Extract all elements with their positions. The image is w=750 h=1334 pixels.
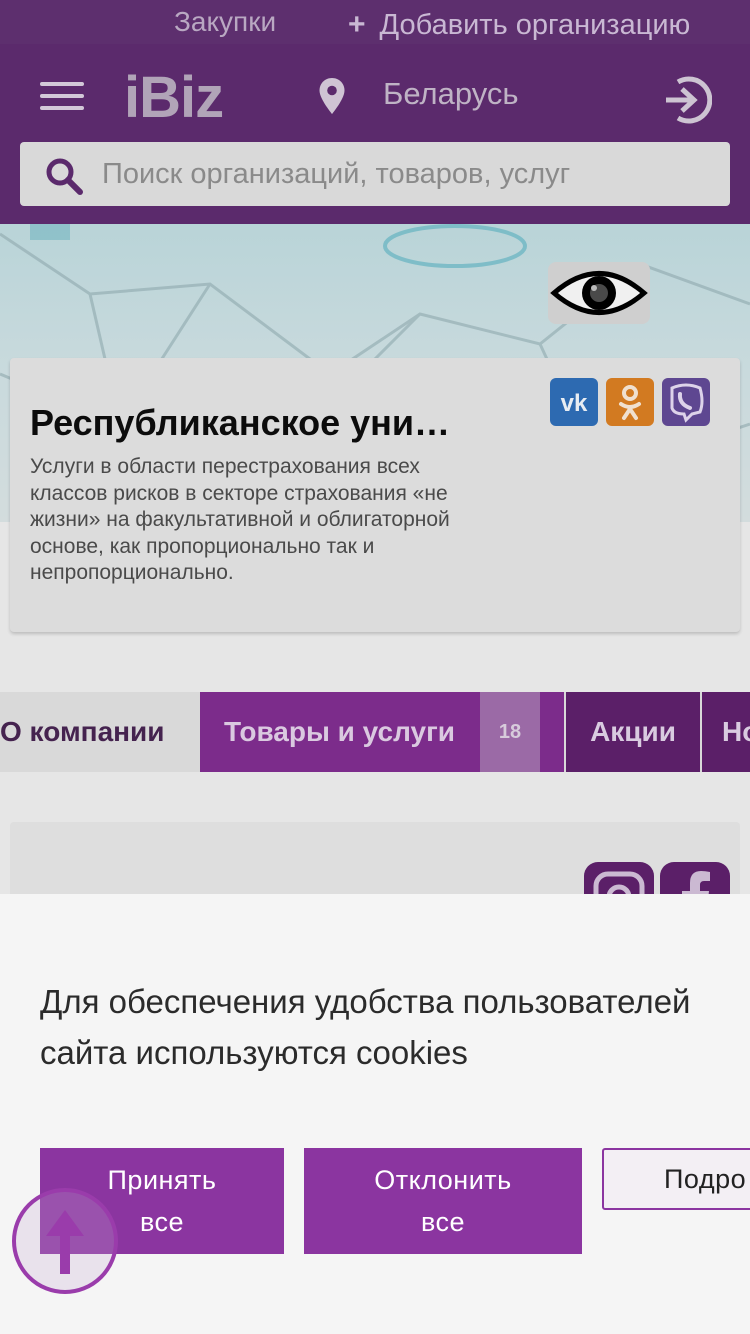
goods-count-badge: 18	[480, 692, 540, 772]
tab-news[interactable]: Но	[702, 692, 750, 772]
ok-icon[interactable]	[606, 378, 654, 426]
logo[interactable]: iBiz	[124, 64, 224, 131]
tab-goods-label: Товары и услуги	[224, 716, 455, 747]
search-icon[interactable]	[44, 156, 84, 196]
region-selector[interactable]: Беларусь	[383, 76, 519, 112]
search-input[interactable]	[100, 152, 710, 196]
tab-about[interactable]: О компании	[0, 692, 200, 772]
more-details-button[interactable]: Подро	[602, 1148, 750, 1210]
login-icon[interactable]	[662, 74, 712, 126]
decline-all-button[interactable]: Отклонить все	[304, 1148, 582, 1254]
tab-promotions[interactable]: Акции	[566, 692, 700, 772]
scroll-to-top-button[interactable]	[12, 1188, 118, 1294]
arrow-up-icon	[46, 1210, 84, 1274]
purchases-link[interactable]: Закупки	[174, 6, 276, 38]
tab-goods-services[interactable]: Товары и услуги 18	[200, 692, 564, 772]
top-strip: Закупки + Добавить организацию	[0, 0, 750, 44]
company-tabs: О компании Товары и услуги 18 Акции Но	[0, 692, 750, 772]
company-card: Республиканское уни… Услуги в области пе…	[10, 358, 740, 632]
tab-about-label: О компании	[0, 716, 165, 747]
decline-all-label: Отклонить все	[374, 1165, 512, 1237]
tab-promotions-label: Акции	[590, 716, 676, 747]
more-details-label: Подро	[664, 1164, 747, 1194]
plus-icon: +	[348, 8, 366, 41]
menu-icon[interactable]	[40, 82, 84, 110]
viber-icon[interactable]	[662, 378, 710, 426]
location-pin-icon[interactable]	[318, 78, 346, 114]
add-organization-link[interactable]: + Добавить организацию	[348, 8, 690, 42]
company-title: Республиканское уни…	[30, 402, 451, 443]
add-organization-label: Добавить организацию	[379, 8, 691, 41]
company-description: Услуги в области перестрахования всех кл…	[30, 455, 450, 584]
svg-text:vk: vk	[561, 390, 588, 417]
vk-icon[interactable]: vk	[550, 378, 598, 426]
eye-icon[interactable]	[548, 262, 650, 324]
tab-news-label: Но	[722, 716, 750, 747]
cookie-message: Для обеспечения удобства пользователей с…	[40, 983, 691, 1071]
accept-all-label: Принять все	[107, 1165, 217, 1237]
search-bar	[20, 142, 730, 206]
